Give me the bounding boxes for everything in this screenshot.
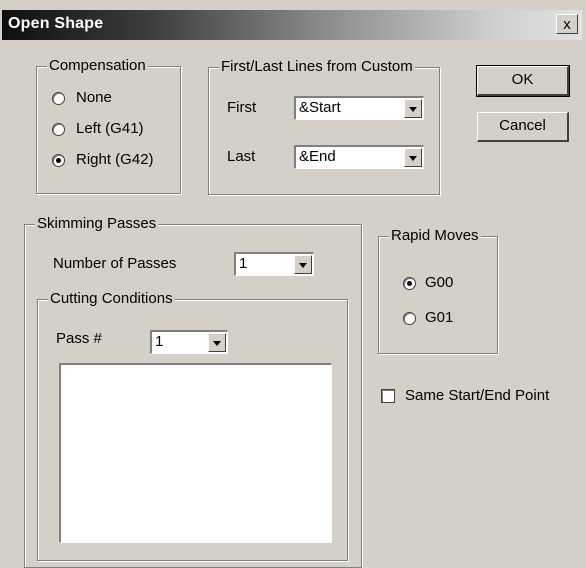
first-last-legend: First/Last Lines from Custom [219,58,415,75]
rapid-g00-radio[interactable] [403,277,416,290]
chevron-down-icon[interactable] [294,255,312,274]
ok-button[interactable]: OK [476,65,570,97]
rapid-moves-group: Rapid Moves G00 G01 [378,227,498,354]
last-line-value: &End [299,148,336,165]
same-start-end-label[interactable]: Same Start/End Point [405,387,549,404]
close-icon: x [563,16,571,33]
number-of-passes-select[interactable]: 1 [234,252,314,276]
pass-number-label: Pass # [56,330,102,347]
window-title: Open Shape [8,15,104,32]
compensation-left-radio[interactable] [52,123,65,136]
open-shape-dialog: Open Shape x Compensation None Left (G41… [0,0,586,568]
pass-number-value: 1 [155,333,164,350]
compensation-group: Compensation None Left (G41) Right (G42) [36,57,181,194]
radio-selected-dot [407,281,412,286]
radio-selected-dot [56,158,61,163]
compensation-right-label[interactable]: Right (G42) [76,151,154,168]
compensation-right-radio[interactable] [52,154,65,167]
rapid-moves-legend: Rapid Moves [389,227,481,244]
compensation-legend: Compensation [47,57,148,74]
same-start-end-checkbox[interactable] [381,389,395,403]
compensation-none-label[interactable]: None [76,89,112,106]
first-line-value: &Start [299,99,341,116]
rapid-g01-radio[interactable] [403,312,416,325]
number-of-passes-value: 1 [239,255,248,272]
title-bar: Open Shape x [2,10,582,40]
last-label: Last [227,148,256,165]
compensation-left-label[interactable]: Left (G41) [76,120,144,137]
chevron-down-icon[interactable] [404,99,422,118]
chevron-down-icon[interactable] [404,148,422,167]
chevron-down-icon[interactable] [208,333,226,352]
first-label: First [227,99,257,116]
close-button[interactable]: x [556,14,578,34]
first-line-select[interactable]: &Start [294,96,424,120]
skimming-passes-group: Skimming Passes Number of Passes 1 Cutti… [24,215,362,568]
number-of-passes-label: Number of Passes [53,255,177,272]
cancel-button[interactable]: Cancel [477,112,569,142]
skimming-passes-legend: Skimming Passes [35,215,159,232]
cutting-conditions-legend: Cutting Conditions [48,290,175,307]
cutting-conditions-list[interactable] [59,363,332,543]
pass-number-select[interactable]: 1 [150,330,228,354]
first-last-group: First/Last Lines from Custom First &Star… [208,58,440,195]
cutting-conditions-group: Cutting Conditions Pass # 1 [37,290,348,561]
rapid-g00-label[interactable]: G00 [425,274,453,291]
compensation-none-radio[interactable] [52,92,65,105]
last-line-select[interactable]: &End [294,145,424,169]
rapid-g01-label[interactable]: G01 [425,309,453,326]
